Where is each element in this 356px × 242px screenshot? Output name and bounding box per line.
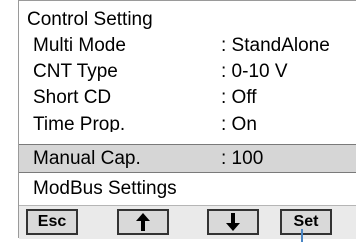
menu-item-cnt-type[interactable]: CNT Type : 0-10 V (19, 60, 356, 84)
menu-item-label: Multi Mode (33, 35, 126, 56)
modbus-settings-item[interactable]: ModBus Settings (33, 177, 177, 201)
menu-item-short-cd[interactable]: Short CD : Off (19, 86, 356, 110)
arrow-up-icon (119, 213, 167, 231)
pointer-line (301, 229, 303, 242)
menu-item-label: CNT Type (33, 61, 118, 82)
softkey-bar: Esc Set (19, 205, 356, 239)
menu-item-label: Manual Cap. (33, 148, 141, 169)
arrow-down-icon (209, 213, 257, 231)
esc-button[interactable]: Esc (26, 209, 78, 235)
menu-item-manual-cap[interactable]: Manual Cap. : 100 (19, 144, 356, 173)
menu-item-value: : Off (221, 87, 257, 108)
menu-item-value: : StandAlone (221, 35, 330, 56)
menu-item-label: Short CD (33, 87, 112, 108)
control-setting-screen: Control Setting Multi Mode : StandAlone … (18, 0, 356, 239)
menu-item-time-prop[interactable]: Time Prop. : On (19, 113, 356, 132)
down-button[interactable] (207, 209, 259, 235)
menu-item-value: : 0-10 V (221, 61, 288, 82)
menu-item-multi-mode[interactable]: Multi Mode : StandAlone (19, 34, 356, 58)
up-button[interactable] (117, 209, 169, 235)
menu-item-label: Time Prop. (33, 114, 126, 132)
menu-item-value: : 100 (221, 148, 264, 169)
set-button[interactable]: Set (280, 209, 332, 235)
menu-item-value: : On (221, 114, 257, 132)
screen-title: Control Setting (27, 9, 153, 30)
